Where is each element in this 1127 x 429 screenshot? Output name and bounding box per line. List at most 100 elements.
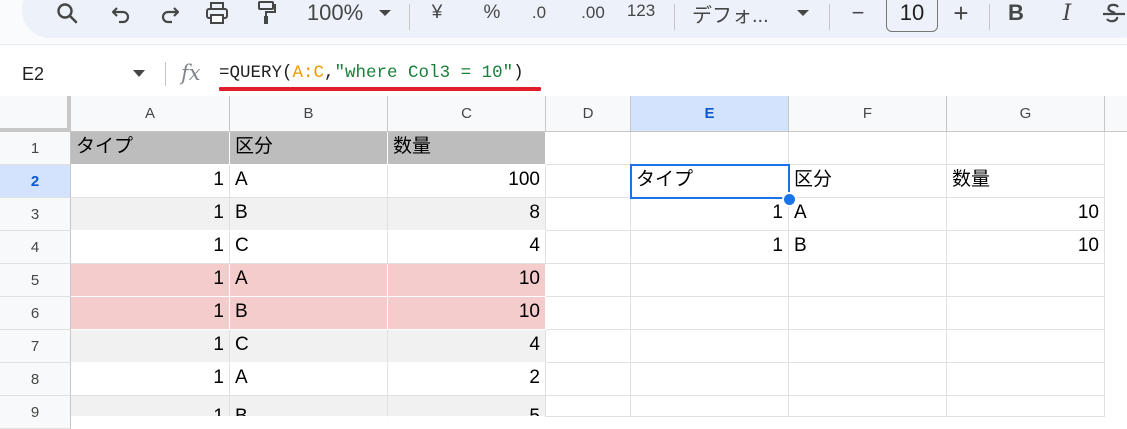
cell-c7[interactable]: 4 <box>388 330 546 363</box>
cell-e7[interactable] <box>631 330 789 363</box>
cell-d2[interactable] <box>546 165 631 198</box>
decrease-decimal-button[interactable]: .0 <box>522 0 556 32</box>
undo-icon[interactable] <box>107 0 135 32</box>
zoom-select[interactable]: 100% <box>300 0 370 32</box>
redo-icon[interactable] <box>156 0 184 32</box>
cell-b4[interactable]: C <box>230 231 388 264</box>
cell-e4[interactable]: 1 <box>631 231 789 264</box>
cell-d5[interactable] <box>546 264 631 297</box>
cell-g4[interactable]: 10 <box>947 231 1105 264</box>
italic-icon[interactable]: I <box>1055 0 1079 32</box>
chevron-down-icon[interactable] <box>377 0 393 32</box>
column-header-next[interactable] <box>1105 96 1127 132</box>
column-header-g[interactable]: G <box>947 96 1105 132</box>
cell-b5[interactable]: A <box>230 264 388 297</box>
cell-c6[interactable]: 10 <box>388 297 546 330</box>
cell-f9[interactable] <box>789 396 947 417</box>
search-icon[interactable] <box>53 0 81 32</box>
cell-d1[interactable] <box>546 132 631 165</box>
cell-c8[interactable]: 2 <box>388 363 546 396</box>
cell-b7[interactable]: C <box>230 330 388 363</box>
column-header-a[interactable]: A <box>71 96 230 132</box>
cell-e9[interactable] <box>631 396 789 417</box>
cell-d4[interactable] <box>546 231 631 264</box>
strikethrough-icon[interactable] <box>1099 0 1127 32</box>
cell-a1[interactable]: タイプ <box>71 132 230 165</box>
cell-b3[interactable]: B <box>230 198 388 231</box>
cell-a2[interactable]: 1 <box>71 165 230 198</box>
cell-f3[interactable]: A <box>789 198 947 231</box>
row-header-6[interactable]: 6 <box>0 297 71 330</box>
cell-e5[interactable] <box>631 264 789 297</box>
cell-a5[interactable]: 1 <box>71 264 230 297</box>
cell-d8[interactable] <box>546 363 631 396</box>
cell-b1[interactable]: 区分 <box>230 132 388 165</box>
cell-c2[interactable]: 100 <box>388 165 546 198</box>
cell-f8[interactable] <box>789 363 947 396</box>
fill-handle[interactable] <box>782 192 797 207</box>
cell-b9[interactable]: B <box>230 396 388 417</box>
increase-font-icon[interactable]: + <box>948 0 974 32</box>
cell-a8[interactable]: 1 <box>71 363 230 396</box>
currency-format-button[interactable]: ¥ <box>424 0 450 32</box>
cell-f4[interactable]: B <box>789 231 947 264</box>
cell-e3[interactable]: 1 <box>631 198 789 231</box>
cell-e1[interactable] <box>631 132 789 165</box>
cell-e8[interactable] <box>631 363 789 396</box>
column-header-f[interactable]: F <box>789 96 947 132</box>
row-header-5[interactable]: 5 <box>0 264 71 297</box>
formula-input[interactable]: =QUERY(A:C,"where Col3 = 10") <box>219 63 524 83</box>
column-header-d[interactable]: D <box>546 96 631 132</box>
cell-g8[interactable] <box>947 363 1105 396</box>
cell-c5[interactable]: 10 <box>388 264 546 297</box>
cell-f2[interactable]: 区分 <box>789 165 947 198</box>
column-header-c[interactable]: C <box>388 96 546 132</box>
row-header-1[interactable]: 1 <box>0 132 71 165</box>
cell-e6[interactable] <box>631 297 789 330</box>
font-family-select[interactable]: デフォ... <box>692 0 784 32</box>
cell-f7[interactable] <box>789 330 947 363</box>
cell-b2[interactable]: A <box>230 165 388 198</box>
decrease-font-icon[interactable]: − <box>845 0 871 32</box>
cell-d6[interactable] <box>546 297 631 330</box>
row-header-2[interactable]: 2 <box>0 165 71 198</box>
cell-c9[interactable]: 5 <box>388 396 546 417</box>
print-icon[interactable] <box>202 0 232 32</box>
percent-format-button[interactable]: % <box>479 0 505 32</box>
cell-a3[interactable]: 1 <box>71 198 230 231</box>
cell-a4[interactable]: 1 <box>71 231 230 264</box>
cell-g3[interactable]: 10 <box>947 198 1105 231</box>
paint-format-icon[interactable] <box>253 0 281 32</box>
cell-d3[interactable] <box>546 198 631 231</box>
cell-e2[interactable]: タイプ <box>631 165 789 198</box>
column-header-b[interactable]: B <box>230 96 388 132</box>
column-header-e[interactable]: E <box>631 96 789 132</box>
cell-g5[interactable] <box>947 264 1105 297</box>
cell-b6[interactable]: B <box>230 297 388 330</box>
select-all-corner[interactable] <box>0 96 71 132</box>
cell-c1[interactable]: 数量 <box>388 132 546 165</box>
cell-d7[interactable] <box>546 330 631 363</box>
cell-f1[interactable] <box>789 132 947 165</box>
row-header-7[interactable]: 7 <box>0 330 71 363</box>
cell-g7[interactable] <box>947 330 1105 363</box>
row-header-9[interactable]: 9 <box>0 396 71 429</box>
cell-g1[interactable] <box>947 132 1105 165</box>
cell-d9[interactable] <box>546 396 631 417</box>
row-header-4[interactable]: 4 <box>0 231 71 264</box>
number-format-button[interactable]: 123 <box>623 0 659 30</box>
cell-a6[interactable]: 1 <box>71 297 230 330</box>
cell-f5[interactable] <box>789 264 947 297</box>
cell-c4[interactable]: 4 <box>388 231 546 264</box>
cell-c3[interactable]: 8 <box>388 198 546 231</box>
name-box[interactable]: E2 <box>0 52 162 96</box>
row-header-3[interactable]: 3 <box>0 198 71 231</box>
font-size-input[interactable]: 10 <box>886 0 938 32</box>
cell-b8[interactable]: A <box>230 363 388 396</box>
increase-decimal-button[interactable]: .00 <box>575 0 611 32</box>
cell-a7[interactable]: 1 <box>71 330 230 363</box>
cell-a9[interactable]: 1 <box>71 396 230 417</box>
row-header-8[interactable]: 8 <box>0 363 71 396</box>
cell-g9[interactable] <box>947 396 1105 417</box>
chevron-down-icon[interactable] <box>133 70 145 77</box>
